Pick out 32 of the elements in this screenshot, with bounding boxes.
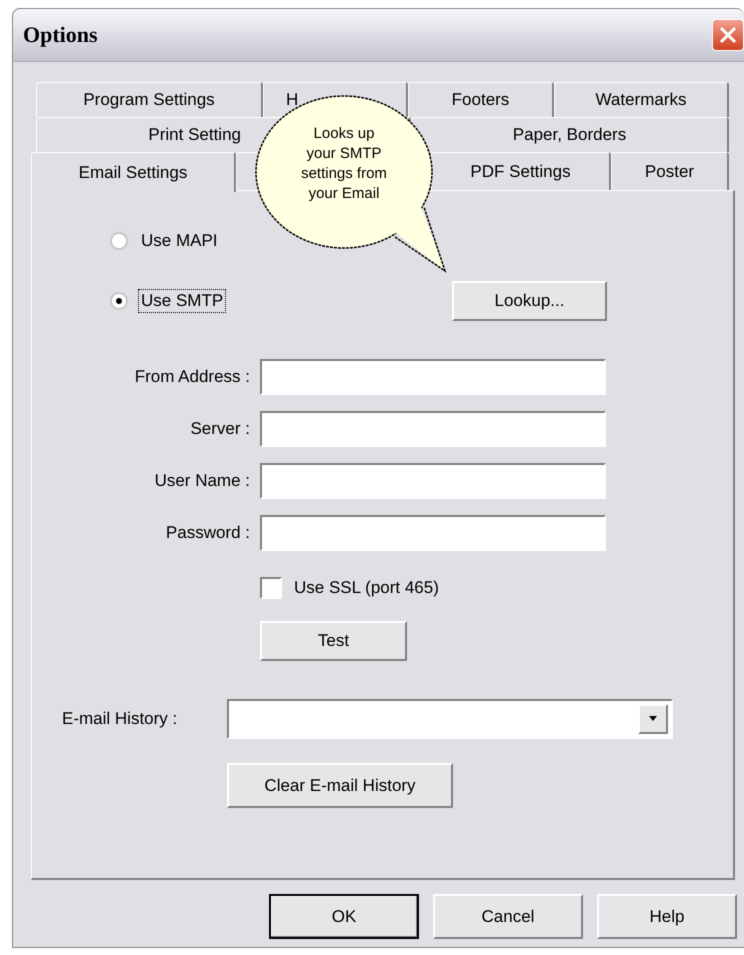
lookup-button[interactable]: Lookup... (452, 281, 607, 321)
tab[interactable]: PDF Settings (431, 152, 611, 190)
input-field[interactable] (260, 411, 606, 447)
field-label: Password : (164, 523, 250, 543)
close-button[interactable] (712, 19, 744, 51)
dialog-button[interactable]: Cancel (433, 894, 583, 939)
ssl-checkbox[interactable] (260, 577, 282, 599)
field-label: User Name : (154, 471, 250, 491)
tab[interactable]: Poster (611, 152, 729, 190)
field-label: E-mail History : (62, 709, 178, 729)
tab[interactable]: Program Settings (36, 82, 263, 117)
clear-history-button[interactable]: Clear E-mail History (227, 763, 453, 808)
field-label: From Address : (134, 367, 250, 387)
tab[interactable]: Paper, Borders (411, 117, 729, 152)
window-title: Options (23, 22, 98, 48)
radio-button[interactable] (110, 232, 128, 250)
tab[interactable]: Email Settings (31, 152, 236, 192)
test-button[interactable]: Test (260, 621, 407, 661)
field-label: Server : (189, 419, 250, 439)
radio-label[interactable]: Use MAPI (138, 229, 221, 253)
radio-label[interactable]: Use SMTP (138, 289, 226, 313)
input-field[interactable] (260, 515, 606, 551)
input-field[interactable] (260, 463, 606, 499)
dialog-button[interactable]: Help (597, 894, 737, 939)
radio-button[interactable] (110, 292, 128, 310)
history-dropdown[interactable] (227, 699, 673, 739)
tab[interactable]: Footers (408, 82, 554, 117)
tab[interactable]: Watermarks (554, 82, 729, 117)
close-icon[interactable] (718, 25, 738, 45)
checkbox-label[interactable]: Use SSL (port 465) (294, 578, 439, 598)
dialog-button[interactable]: OK (269, 894, 419, 939)
input-field[interactable] (260, 359, 606, 395)
